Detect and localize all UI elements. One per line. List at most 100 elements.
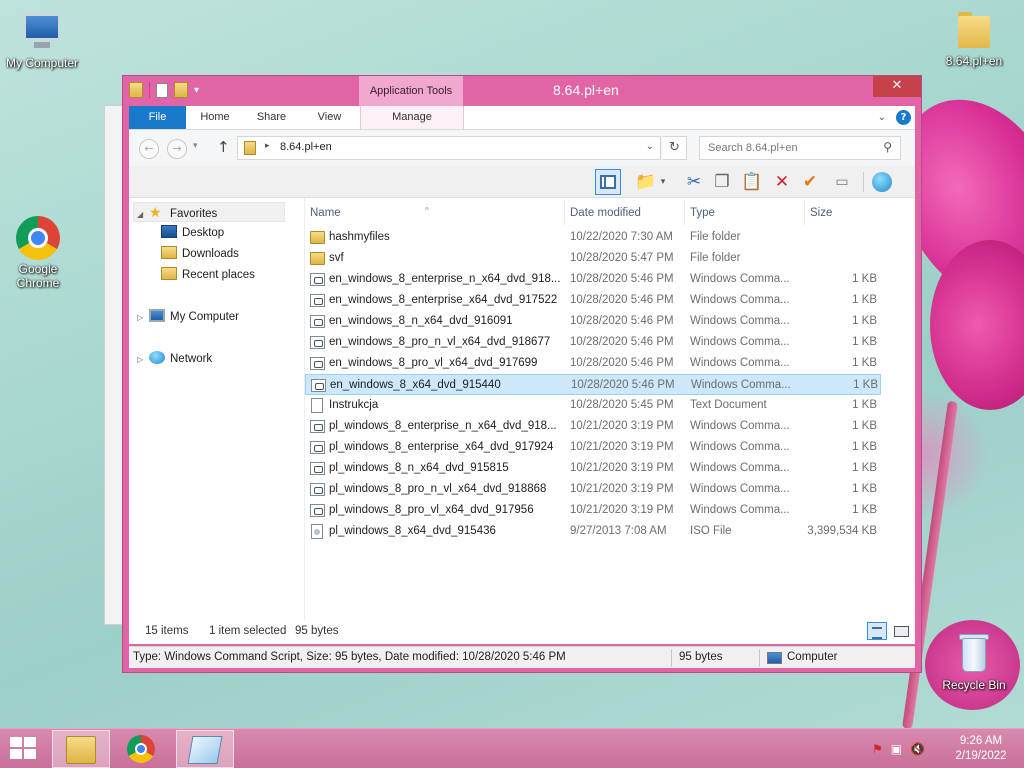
volume-muted-icon[interactable]: 🔇	[910, 742, 925, 756]
file-type: Windows Comma...	[690, 294, 790, 306]
layout-pane-button[interactable]	[595, 169, 621, 195]
cmd-script-icon	[310, 483, 325, 496]
table-row[interactable]: en_windows_8_pro_n_vl_x64_dvd_918677 10/2…	[305, 332, 881, 353]
address-bar[interactable]: ▸ 8.64.pl+en ⌄	[237, 136, 661, 160]
file-size: 3,399,534 KB	[807, 525, 877, 537]
delete-icon[interactable]: ✕	[769, 169, 795, 195]
nav-item-favorites[interactable]: ◢ ★ Favorites	[137, 202, 217, 222]
folder-icon[interactable]	[129, 82, 143, 98]
star-icon: ★	[149, 204, 162, 220]
chevron-right-icon[interactable]: ▸	[265, 141, 270, 151]
expand-arrow-icon[interactable]: ◢	[137, 205, 149, 225]
taskbar-file-explorer[interactable]	[52, 730, 110, 768]
column-header-name[interactable]: ^ Name	[305, 200, 565, 226]
desktop-icon-label: 8.64.pl+en	[945, 54, 1003, 68]
tab-manage[interactable]: Manage	[360, 106, 464, 129]
forward-button[interactable]: →	[167, 139, 187, 159]
taskbar-notes[interactable]	[176, 730, 234, 768]
system-tray: ⚑ ▣ 🔇	[872, 742, 925, 756]
title-bar[interactable]: ▾ Application Tools 8.64.pl+en ✕	[123, 76, 921, 106]
table-row[interactable]: pl_windows_8_enterprise_n_x64_dvd_918...…	[305, 416, 881, 437]
file-name: pl_windows_8_enterprise_n_x64_dvd_918...	[329, 420, 557, 432]
table-row[interactable]: pl_windows_8_x64_dvd_915436 9/27/2013 7:0…	[305, 521, 881, 542]
nav-item-desktop[interactable]: Desktop	[161, 223, 224, 243]
table-row[interactable]: en_windows_8_x64_dvd_915440 10/28/2020 5:…	[305, 374, 881, 395]
clock[interactable]: 9:26 AM 2/19/2022	[944, 734, 1018, 764]
refresh-button[interactable]: ↻	[663, 136, 687, 160]
expand-ribbon-icon[interactable]: ⌄	[878, 112, 886, 123]
address-path[interactable]: 8.64.pl+en	[280, 141, 332, 153]
desktop-icon-my-computer[interactable]: My Computer	[0, 10, 84, 70]
expand-arrow-icon[interactable]: ▷	[137, 350, 149, 370]
up-button[interactable]: ↑	[217, 138, 230, 156]
tab-file[interactable]: File	[129, 106, 186, 129]
file-type: Windows Comma...	[690, 420, 790, 432]
nav-item-recent-places[interactable]: Recent places	[161, 265, 255, 285]
tab-share[interactable]: Share	[249, 106, 294, 129]
checkmark-icon[interactable]: ✔	[797, 169, 823, 195]
globe-icon[interactable]	[869, 169, 895, 195]
table-row[interactable]: pl_windows_8_pro_vl_x64_dvd_917956 10/21/…	[305, 500, 881, 521]
paste-icon[interactable]: 📋	[739, 169, 765, 195]
new-folder-icon[interactable]	[174, 82, 188, 98]
details-view-button[interactable]	[867, 622, 887, 640]
cmd-script-icon	[310, 336, 325, 349]
action-center-flag-icon[interactable]: ⚑	[872, 742, 883, 756]
nav-item-network[interactable]: ▷ Network	[137, 349, 212, 369]
back-button[interactable]: ←	[139, 139, 159, 159]
search-icon[interactable]: ⚲	[883, 140, 892, 154]
file-name: en_windows_8_enterprise_n_x64_dvd_918...	[329, 273, 561, 285]
desktop-icon-folder[interactable]: 8.64.pl+en	[932, 8, 1016, 68]
file-name: en_windows_8_enterprise_x64_dvd_917522	[329, 294, 558, 306]
file-name: svf	[329, 252, 344, 264]
table-row[interactable]: hashmyfiles 10/22/2020 7:30 AM File folder	[305, 227, 881, 248]
taskbar-chrome[interactable]	[114, 730, 172, 768]
desktop-icon-chrome[interactable]: Google Chrome	[0, 216, 80, 290]
large-icons-view-button[interactable]	[891, 622, 911, 640]
help-icon[interactable]: ?	[896, 110, 911, 125]
chevron-down-icon[interactable]: ▾	[657, 169, 669, 195]
nav-item-my-computer[interactable]: ▷ My Computer	[137, 307, 239, 327]
cmd-script-icon	[310, 462, 325, 475]
content-area: ◢ ★ Favorites Desktop Downloads Recent pla…	[129, 198, 915, 644]
clock-time: 9:26 AM	[959, 735, 1003, 747]
chevron-down-icon[interactable]: ⌄	[646, 141, 654, 152]
expand-arrow-icon[interactable]: ▷	[137, 308, 149, 328]
tab-view[interactable]: View	[307, 106, 352, 129]
customize-dropdown-icon[interactable]: ▾	[194, 85, 199, 96]
file-name: pl_windows_8_x64_dvd_915436	[329, 525, 496, 537]
table-row[interactable]: en_windows_8_enterprise_x64_dvd_917522 10…	[305, 290, 881, 311]
cut-icon[interactable]: ✂	[681, 169, 707, 195]
file-date: 10/28/2020 5:46 PM	[570, 273, 674, 285]
selection-count: 1 item selected	[209, 625, 287, 637]
column-header-date-modified[interactable]: Date modified	[565, 200, 685, 226]
close-button[interactable]: ✕	[873, 76, 921, 97]
folder-properties-icon[interactable]: 📁	[633, 169, 659, 195]
file-size: 95 bytes	[679, 651, 723, 663]
table-row[interactable]: pl_windows_8_n_x64_dvd_915815 10/21/2020 …	[305, 458, 881, 479]
network-status-icon[interactable]: ▣	[891, 742, 902, 756]
table-row[interactable]: en_windows_8_n_x64_dvd_916091 10/28/2020 …	[305, 311, 881, 332]
properties-icon[interactable]	[156, 82, 168, 98]
window-icon[interactable]: ▭	[829, 169, 855, 195]
nav-item-downloads[interactable]: Downloads	[161, 244, 239, 264]
table-row[interactable]: svf 10/28/2020 5:47 PM File folder	[305, 248, 881, 269]
column-header-type[interactable]: Type	[685, 200, 805, 226]
iso-file-icon	[311, 524, 323, 539]
file-name: hashmyfiles	[329, 231, 390, 243]
recent-places-icon	[161, 267, 177, 280]
search-input[interactable]: Search 8.64.pl+en ⚲	[699, 136, 901, 160]
file-details: Type: Windows Command Script, Size: 95 b…	[133, 651, 566, 663]
table-row[interactable]: pl_windows_8_pro_n_vl_x64_dvd_918868 10/2…	[305, 479, 881, 500]
file-type: Windows Comma...	[690, 462, 790, 474]
column-header-size[interactable]: Size	[805, 200, 883, 226]
table-row[interactable]: Instrukcja 10/28/2020 5:45 PM Text Documen…	[305, 395, 881, 416]
desktop-icon-recycle-bin[interactable]: Recycle Bin	[932, 632, 1016, 692]
copy-icon[interactable]: ❐	[709, 169, 735, 195]
table-row[interactable]: pl_windows_8_enterprise_x64_dvd_917924 10…	[305, 437, 881, 458]
tab-home[interactable]: Home	[191, 106, 239, 129]
recent-locations-icon[interactable]: ▾	[193, 141, 198, 151]
start-button[interactable]	[10, 737, 38, 761]
table-row[interactable]: en_windows_8_pro_vl_x64_dvd_917699 10/28/…	[305, 353, 881, 374]
table-row[interactable]: en_windows_8_enterprise_n_x64_dvd_918...…	[305, 269, 881, 290]
